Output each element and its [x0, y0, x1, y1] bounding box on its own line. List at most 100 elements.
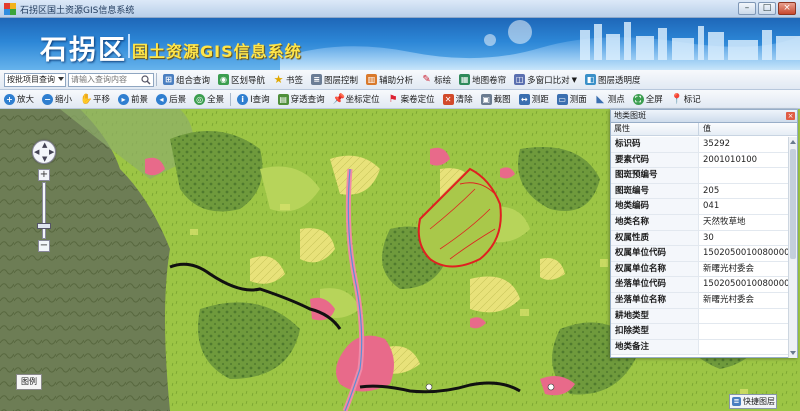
window-title: 石拐区国土资源GIS信息系统 [20, 6, 135, 16]
marker-icon: 📍 [670, 93, 684, 105]
table-row[interactable]: 地类编码 041 [611, 199, 789, 215]
clear-button[interactable]: ✕ 清除 [439, 91, 477, 107]
scrollbar-thumb[interactable] [790, 149, 796, 259]
attribute-value: 新曙光村委会 [703, 294, 755, 305]
marker-button[interactable]: 📍 标记 [667, 91, 705, 107]
coordinate-locate-button[interactable]: 📌 坐标定位 [329, 91, 384, 107]
attribute-panel-header: 地类图斑 × [611, 110, 797, 123]
measure-point-button[interactable]: ◣ 测点 [591, 91, 629, 107]
plot-label: 标绘 [434, 75, 452, 86]
map-swipe-icon: ▦ [459, 74, 471, 85]
close-button[interactable]: × [778, 2, 796, 15]
coordinate-pin-icon: 📌 [332, 93, 346, 105]
attribute-name: 要素代码 [611, 152, 699, 168]
chart-analysis-icon: ▥ [366, 74, 378, 85]
back-view-button[interactable]: ◂ 后景 [152, 91, 190, 107]
table-row[interactable]: 坐落单位代码 1502050010080000 [611, 277, 789, 293]
search-icon[interactable] [141, 74, 151, 85]
region-nav-button[interactable]: ◉ 区划导航 [214, 72, 269, 88]
pan-button[interactable]: ✋ 平移 [76, 91, 114, 107]
aux-analysis-button[interactable]: ▥ 辅助分析 [362, 72, 417, 88]
attribute-value: 新曙光村委会 [703, 263, 755, 274]
panel-close-icon[interactable]: × [786, 112, 795, 120]
table-row[interactable]: 图斑预编号 [611, 168, 789, 184]
fullscreen-label: 全屏 [645, 95, 663, 105]
penetrate-query-button[interactable]: ▤ 穿透查询 [274, 91, 329, 107]
pan-down-icon[interactable]: ▼ [42, 155, 47, 163]
table-row[interactable]: 权属单位代码 1502050010080000 [611, 246, 789, 262]
measure-distance-button[interactable]: ↔ 测距 [515, 91, 553, 107]
plot-button[interactable]: ✎ 标绘 [417, 72, 455, 88]
window-titlebar: 石拐区国土资源GIS信息系统 – □ × [0, 0, 800, 18]
zoom-in-button[interactable]: + 放大 [0, 91, 38, 107]
table-row[interactable]: 要素代码 2001010100 [611, 152, 789, 169]
query-type-select[interactable]: 按批项目查询 [4, 72, 66, 87]
table-row[interactable]: 耕地类型 [611, 308, 789, 325]
zoom-out-button[interactable]: − 缩小 [38, 91, 76, 107]
attribute-name: 地类名称 [611, 214, 699, 230]
pan-left-icon[interactable]: ◀ [34, 148, 39, 156]
attribute-value: 35292 [703, 139, 731, 149]
layer-transparency-icon: ◧ [585, 74, 597, 85]
attribute-value [699, 340, 789, 355]
table-row[interactable]: 权属性质 30 [611, 230, 789, 247]
map-zoom-in-button[interactable]: + [38, 169, 50, 181]
attribute-name: 扣除类型 [611, 324, 699, 339]
table-row[interactable]: 地类备注 [611, 339, 789, 356]
map-zoom-out-button[interactable]: − [38, 240, 50, 252]
banner-separator [128, 34, 130, 58]
search-box [68, 72, 154, 87]
attribute-value: 1502050010080000 [703, 248, 789, 259]
table-row[interactable]: 扣除类型 [611, 324, 789, 340]
multi-window-button[interactable]: ◫ 多窗口比对 ▼ [510, 72, 581, 88]
pan-navigation-control[interactable]: ▲ ▼ ◀ ▶ [32, 140, 56, 164]
clear-label: 清除 [455, 95, 473, 105]
table-row[interactable]: 标识码 35292 [611, 137, 789, 153]
plot-draw-icon: ✎ [422, 74, 431, 85]
forward-view-button[interactable]: ▸ 前景 [114, 91, 152, 107]
panel-scrollbar[interactable] [788, 137, 797, 358]
system-name: 国土资源GIS信息系统 [132, 42, 302, 61]
quick-layer-button[interactable]: ≡ 快捷图层 [729, 394, 777, 409]
table-row[interactable]: 权属单位名称 新曙光村委会 [611, 261, 789, 278]
pan-up-icon[interactable]: ▲ [42, 141, 47, 149]
map-swipe-button[interactable]: ▦ 地图卷帘 [455, 72, 510, 88]
full-extent-icon: ◎ [194, 93, 206, 105]
search-input[interactable] [71, 73, 143, 86]
scroll-up-icon[interactable] [790, 140, 796, 144]
minimize-button[interactable]: – [738, 2, 756, 15]
attribute-value [699, 168, 789, 183]
layer-transparency-label: 图层透明度 [598, 75, 641, 86]
attribute-value: 天然牧草地 [703, 216, 746, 227]
scroll-down-icon[interactable] [790, 351, 796, 355]
info-query-button[interactable]: i I查询 [233, 91, 274, 107]
attribute-name: 耕地类型 [611, 308, 699, 324]
combo-query-button[interactable]: ⊞ 组合查询 [159, 72, 214, 88]
screenshot-button[interactable]: ▣ 截图 [477, 91, 515, 107]
bookmark-label: 书签 [286, 75, 304, 86]
back-view-icon: ◂ [156, 93, 168, 105]
attribute-name: 坐落单位代码 [611, 277, 699, 292]
fullscreen-button[interactable]: ⛶ 全屏 [629, 91, 667, 107]
attribute-name: 权属单位代码 [611, 246, 699, 261]
table-row[interactable]: 地类名称 天然牧草地 [611, 214, 789, 231]
table-row[interactable]: 图斑编号 205 [611, 183, 789, 200]
legend-button[interactable]: 图例 [16, 374, 42, 390]
attribute-name: 图斑预编号 [611, 168, 699, 183]
zoom-slider-track[interactable] [42, 182, 46, 239]
quick-layer-label: 快捷图层 [743, 397, 775, 406]
zoom-slider-handle[interactable] [37, 223, 51, 229]
layer-control-button[interactable]: ≡ 图层控制 [307, 72, 362, 88]
maximize-button[interactable]: □ [758, 2, 776, 15]
layer-transparency-button[interactable]: ◧ 图层透明度 [581, 72, 645, 88]
screenshot-label: 截图 [493, 95, 511, 105]
info-query-label: I查询 [250, 95, 270, 105]
bookmark-button[interactable]: ★ 书签 [269, 72, 307, 88]
table-row[interactable]: 坐落单位名称 新曙光村委会 [611, 292, 789, 309]
measure-area-button[interactable]: ▭ 测面 [553, 91, 591, 107]
attribute-table-header: 属性 值 [611, 123, 797, 136]
full-extent-button[interactable]: ◎ 全景 [190, 91, 228, 107]
case-locate-button[interactable]: ⚑ 案卷定位 [384, 91, 439, 107]
full-extent-label: 全景 [207, 95, 225, 105]
pan-right-icon[interactable]: ▶ [49, 148, 54, 156]
